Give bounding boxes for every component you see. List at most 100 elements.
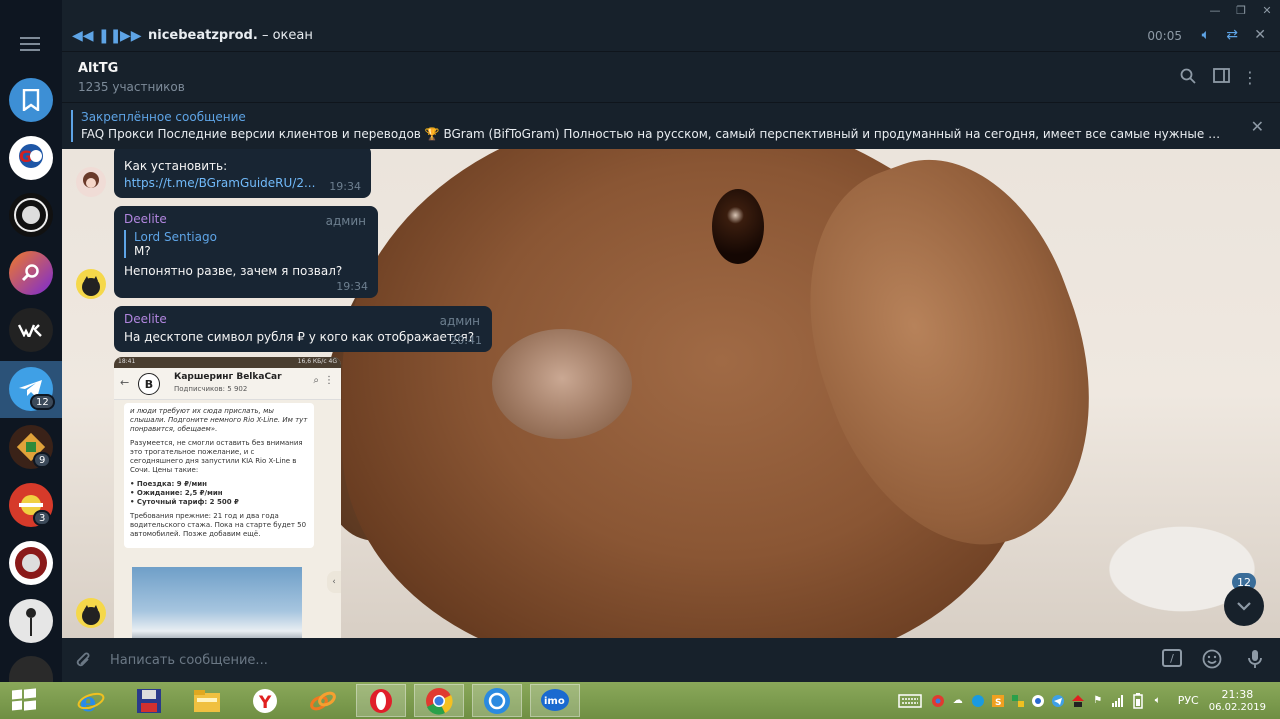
emoji-icon[interactable] (1202, 649, 1222, 673)
message-link[interactable]: https://t.me/BGramGuideRU/2... (124, 176, 361, 190)
post-paragraph: Разумеется, не смогли оставить без внима… (130, 439, 303, 474)
chat-avatar-emblem[interactable] (9, 541, 53, 585)
save-floppy-icon[interactable] (124, 684, 174, 717)
chrome-browser-icon[interactable] (414, 684, 464, 717)
message-text: Непонятно разве, зачем я позвал? (124, 264, 343, 278)
sync-app-icon[interactable] (472, 684, 522, 717)
imo-messenger-icon[interactable]: imo (530, 684, 580, 717)
skype-tray-icon[interactable] (968, 691, 988, 711)
keyboard-icon[interactable] (892, 691, 928, 711)
message-bubble[interactable]: Как установить: https://t.me/BGramGuideR… (114, 149, 371, 198)
opera-browser-icon[interactable] (356, 684, 406, 717)
close-pinned-icon[interactable]: ✕ (1251, 117, 1264, 136)
chat-title[interactable]: AltTG (78, 61, 118, 76)
signal-icon[interactable] (1108, 691, 1128, 711)
chevron-down-icon (1237, 602, 1251, 611)
volume-icon[interactable]: 🔈︎ (1202, 27, 1210, 43)
price-line: • Суточный тариф: 2 500 ₽ (130, 498, 239, 506)
windows-start-icon[interactable] (12, 688, 36, 712)
svg-text:S: S (995, 698, 1001, 708)
price-line: • Ожидание: 2,5 ₽/мин (130, 489, 223, 497)
chrome-tray-icon[interactable] (928, 691, 948, 711)
battery-icon[interactable] (1128, 691, 1148, 711)
vk-icon[interactable] (9, 308, 53, 352)
microphone-icon[interactable] (1248, 649, 1262, 673)
attach-icon[interactable] (74, 650, 92, 675)
unread-badge: 12 (30, 394, 55, 410)
message-text: Как установить: (124, 159, 228, 173)
search-icon[interactable] (1180, 68, 1196, 88)
cloud-tray-icon[interactable]: ☁︎ (948, 691, 968, 711)
scroll-down-button[interactable] (1224, 586, 1264, 626)
message-bubble[interactable]: Deelite админ На десктопе символ рубля ₽… (114, 306, 492, 352)
avatar[interactable] (76, 269, 106, 299)
svg-text:Y: Y (258, 693, 272, 713)
saved-messages-icon[interactable] (9, 78, 53, 122)
more-options-icon[interactable]: ⋮ (1242, 68, 1258, 87)
update-tray-icon[interactable] (1028, 691, 1048, 711)
reply-name: Lord Sentiago (134, 230, 217, 244)
bot-command-icon[interactable]: / (1162, 649, 1182, 667)
telegram-window: — ❐ ✕ G 12 9 3 ◀◀ ❚❚ ▶▶ nicebeatzprod. –… (0, 0, 1280, 682)
channel-logo: B (138, 373, 160, 395)
music-player-bar: ◀◀ ❚❚ ▶▶ nicebeatzprod. – океан 00:05 🔈︎… (62, 20, 1280, 52)
close-player-icon[interactable]: ✕ (1254, 27, 1266, 43)
message-text: На десктопе символ рубля ₽ у кого как от… (124, 330, 475, 344)
clock-date: 06.02.2019 (1208, 701, 1266, 713)
phone-search-icon: ⌕ (313, 375, 319, 386)
svg-text:imo: imo (544, 696, 565, 707)
phone-menu-icon: ⋮ (324, 375, 334, 386)
post-paragraph: и люди требуют их сюда прислать, мы слыш… (130, 407, 308, 433)
minimize-icon[interactable]: — (1202, 0, 1228, 20)
maximize-icon[interactable]: ❐ (1228, 0, 1254, 20)
sidebar-toggle-icon[interactable] (1213, 68, 1230, 87)
s-app-tray-icon[interactable]: S (988, 691, 1008, 711)
admin-badge: админ (325, 214, 366, 228)
file-explorer-icon[interactable] (182, 684, 232, 717)
track-title: – океан (257, 28, 313, 43)
internet-explorer-icon[interactable]: e (66, 684, 116, 717)
avatar[interactable] (76, 167, 106, 197)
system-clock[interactable]: 21:38 06.02.2019 (1209, 688, 1266, 714)
reply-quote[interactable]: Lord Sentiago М? (124, 230, 368, 258)
phone-chevron-icon: ‹ (327, 571, 341, 593)
telegram-tray-icon[interactable] (1048, 691, 1068, 711)
reply-text: М? (134, 244, 151, 258)
yandex-browser-icon[interactable]: Y (240, 684, 290, 717)
unread-badge: 3 (33, 510, 52, 526)
track-info[interactable]: nicebeatzprod. – океан (148, 28, 313, 43)
previous-track-icon[interactable]: ◀◀ (72, 28, 94, 44)
phone-toolbar: ← B Каршеринг BelkaCar Подписчиков: 5 90… (114, 368, 341, 400)
network-share-tray-icon[interactable] (1008, 691, 1028, 711)
chat-avatar-lamp[interactable] (9, 599, 53, 643)
chat-avatar-search[interactable] (9, 251, 53, 295)
message-bubble[interactable]: Deelite админ Lord Sentiago М? Непонятно… (114, 206, 378, 298)
system-tray: ☁︎ S ⚑ 🔈︎ РУС 21:38 06.02.2019 (892, 682, 1280, 719)
member-count: 1235 участников (78, 80, 185, 94)
message-input[interactable] (110, 650, 1010, 670)
chat-avatar-person[interactable] (9, 656, 53, 682)
attached-screenshot[interactable]: 18:41 16,6 КБ/с 4G ← B Каршеринг BelkaCa… (114, 357, 341, 638)
pinned-label: Закреплённое сообщение (81, 110, 246, 124)
phone-status-right: 16,6 КБ/с 4G (297, 358, 337, 365)
red-arrow-tray-icon[interactable] (1068, 691, 1088, 711)
avatar[interactable] (76, 598, 106, 628)
pinned-message-bar[interactable]: Закреплённое сообщение FAQ Прокси Послед… (62, 102, 1280, 149)
input-language[interactable]: РУС (1178, 694, 1199, 707)
svg-text:e: e (80, 688, 97, 715)
link-app-icon[interactable] (298, 684, 348, 717)
menu-icon[interactable] (20, 37, 40, 51)
sender-name[interactable]: Deelite (124, 312, 482, 326)
message-time: 19:34 (336, 280, 368, 293)
chat-avatar-gsm[interactable]: G (9, 136, 53, 180)
flag-tray-icon[interactable]: ⚑ (1088, 691, 1108, 711)
phone-time: 18:41 (118, 358, 136, 365)
message-composer: / (62, 638, 1280, 682)
volume-tray-icon[interactable]: 🔈︎ (1148, 691, 1168, 711)
pause-icon[interactable]: ❚❚ (98, 28, 121, 44)
next-track-icon[interactable]: ▶▶ (120, 28, 142, 44)
chat-avatar-globe[interactable] (9, 193, 53, 237)
close-icon[interactable]: ✕ (1254, 0, 1280, 20)
post-paragraph: Требования прежние: 21 год и два года во… (130, 512, 307, 538)
repeat-icon[interactable]: ⇄ (1226, 27, 1238, 43)
